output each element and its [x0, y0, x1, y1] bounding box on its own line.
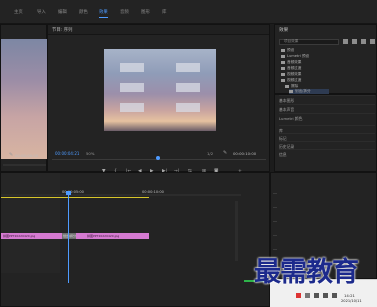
split-tile [120, 63, 144, 72]
folder-icon [285, 84, 289, 88]
meter-tick [273, 193, 277, 194]
split-tile [176, 103, 200, 112]
menu-item-edit[interactable]: 编辑 [58, 9, 67, 15]
split-tile [120, 83, 144, 92]
panel-row-lumetri-color[interactable]: Lumetri 颜色 [279, 113, 375, 121]
split-tile [176, 83, 200, 92]
watermark-logo: 最需教育 [254, 257, 359, 288]
yuv-effects-icon[interactable] [361, 39, 366, 44]
panel-row-libraries[interactable]: 库 [279, 125, 375, 133]
menu-item-home[interactable]: 主页 [14, 9, 23, 15]
tree-item-label: 划出/拆分 [295, 89, 311, 93]
effects-panel-title[interactable]: 效果 [279, 27, 288, 33]
menu-item-audio[interactable]: 音频 [120, 9, 129, 15]
source-timecode[interactable]: 00:00:00:00 [15, 153, 38, 158]
32bit-effects-icon[interactable] [370, 39, 375, 44]
meter-tick [273, 235, 277, 236]
tree-item-label: 视频过渡 [287, 78, 302, 82]
split-tile [176, 63, 200, 72]
active-tab-indicator [99, 17, 108, 18]
tree-item-label: 音频效果 [287, 60, 302, 64]
wrench-icon[interactable]: ✎ [223, 150, 227, 156]
program-timecode[interactable]: 00:00:04:21 [55, 151, 79, 156]
folder-icon [281, 78, 285, 82]
network-icon[interactable] [314, 293, 319, 298]
panel-row-markers[interactable]: 标记 [279, 133, 375, 141]
tree-item-label: 音频过渡 [287, 66, 302, 70]
timeline-panel: 00:00:05:00 00:00:10:00 拼图PPT20220420.jp… [0, 172, 270, 307]
program-panel-header: 节目: 序列 [48, 25, 269, 35]
accelerated-effects-icon[interactable] [352, 39, 357, 44]
tree-item-label: 预设 [287, 48, 295, 52]
chevron-up-icon[interactable] [305, 293, 310, 298]
meter-tick [273, 221, 277, 222]
tree-item-label: 视频效果 [287, 72, 302, 76]
menu-item-effects[interactable]: 效果 [99, 9, 108, 15]
timeline-vertical-scrollbar[interactable] [235, 201, 238, 261]
timeline-ruler[interactable] [1, 194, 241, 196]
folder-icon [281, 48, 285, 52]
track-headers [1, 173, 60, 273]
wrench-icon[interactable]: ✎ [9, 152, 13, 158]
folder-icon [281, 72, 285, 76]
source-preview [1, 39, 47, 159]
menu-bar: 主页 导入 编辑 颜色 效果 音频 图形 库 [0, 0, 377, 24]
split-tile [120, 103, 144, 112]
effects-search-value: 项目效果 [284, 39, 299, 43]
program-panel-title[interactable]: 节目: 序列 [52, 27, 72, 33]
menu-item-graphics[interactable]: 图形 [141, 9, 150, 15]
panel-row-essential-sound[interactable]: 基本声音 [279, 104, 375, 112]
program-preview [104, 49, 216, 131]
tree-item-label: Lumetri 预设 [287, 54, 310, 58]
program-playhead[interactable] [156, 156, 160, 160]
clock-time[interactable]: 14:21 [344, 293, 355, 298]
source-scrollbar[interactable] [3, 164, 46, 166]
app-tray-icon[interactable] [296, 293, 301, 298]
new-bin-icon[interactable] [343, 39, 348, 44]
workspace-panels-list: 基本图形 基本声音 Lumetri 颜色 库 标记 历史记录 信息 [274, 94, 377, 172]
folder-icon [281, 66, 285, 70]
resolution-dropdown[interactable]: 1/2 [207, 151, 213, 156]
clock-date[interactable]: 2021/10/11 [341, 299, 362, 303]
file-icon [289, 89, 293, 93]
clip-label: 拼图PPT20220420.jpg [3, 234, 36, 238]
fit-dropdown[interactable]: 50% [86, 151, 94, 156]
transition-label: 划出/拆分 [63, 234, 77, 238]
effects-panel: 效果 项目效果 预设 Lumetri 预设 音频效果 音频过渡 视频效果 视频过… [274, 24, 377, 95]
panel-row-history[interactable]: 历史记录 [279, 141, 375, 149]
clip-label: 拼图PPT20220420.jpg [87, 234, 120, 238]
tree-item-label: 擦除 [291, 84, 299, 88]
folder-icon [281, 60, 285, 64]
meter-tick [273, 207, 277, 208]
timeline-playhead[interactable] [68, 193, 69, 283]
panel-row-essential-graphics[interactable]: 基本图形 [279, 95, 375, 103]
volume-icon[interactable] [323, 293, 328, 298]
program-monitor-panel: 节目: 序列 00:00:04:21 50% 1/2 ✎ 00:00:10:00… [47, 24, 270, 174]
work-area-bar[interactable] [1, 197, 149, 198]
folder-icon [281, 54, 285, 58]
menu-item-libraries[interactable]: 库 [162, 9, 166, 15]
panel-row-info[interactable]: 信息 [279, 149, 375, 157]
source-monitor-panel: ✎ 00:00:00:00 [0, 24, 47, 172]
menu-item-color[interactable]: 颜色 [79, 9, 88, 15]
ime-icon[interactable] [332, 293, 337, 298]
program-duration: 00:00:10:00 [233, 151, 257, 156]
menu-item-import[interactable]: 导入 [37, 9, 46, 15]
